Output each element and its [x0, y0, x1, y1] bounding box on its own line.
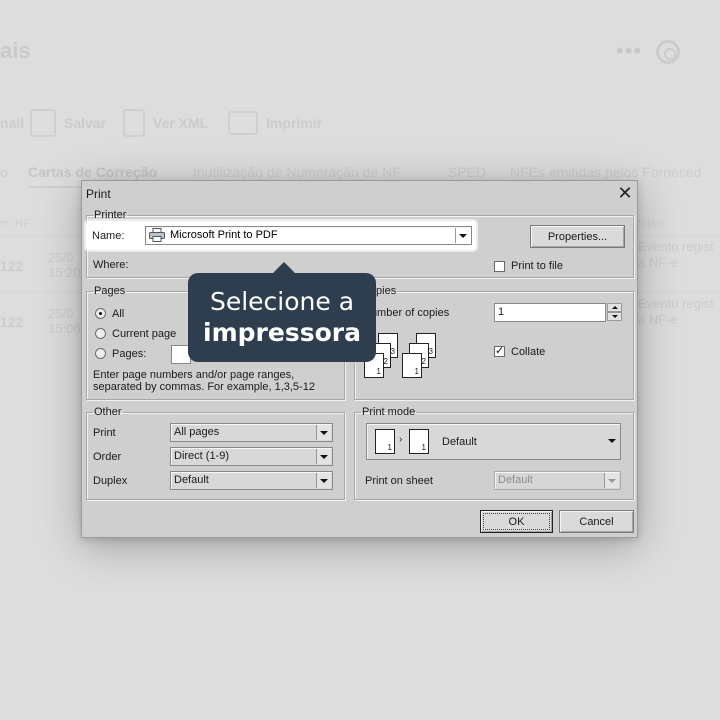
collate-label: Collate	[511, 346, 546, 358]
copies-input[interactable]: 1	[494, 303, 606, 322]
page-icon: 1	[409, 429, 429, 454]
chevron-down-icon	[608, 439, 616, 443]
chevron-down-icon	[316, 449, 331, 464]
other-group-label: Other	[94, 406, 122, 418]
close-icon[interactable]: ✕	[616, 183, 634, 203]
print-mode-value: Default	[442, 436, 477, 448]
print-range-select[interactable]: All pages	[170, 423, 333, 442]
instruction-tooltip: Selecione a impressora	[188, 262, 376, 362]
printer-name-highlight: Name: Microsoft Print to PDF	[86, 221, 476, 250]
print-on-sheet-select[interactable]: Default	[494, 471, 621, 490]
print-range-label: Print	[93, 427, 116, 439]
pages-all-radio[interactable]	[95, 308, 106, 319]
print-to-file-checkbox[interactable]	[494, 261, 505, 272]
copies-down-button[interactable]	[607, 312, 622, 321]
print-range-value: All pages	[174, 426, 220, 438]
printer-name-select[interactable]: Microsoft Print to PDF	[145, 226, 472, 245]
duplex-label: Duplex	[93, 475, 128, 487]
order-select[interactable]: Direct (1-9)	[170, 447, 333, 466]
where-label: Where:	[93, 259, 129, 271]
pages-all-label: All	[112, 308, 125, 320]
print-mode-select[interactable]: 1 › 1 Default	[366, 423, 621, 460]
tooltip-line-2: impressora	[203, 318, 361, 347]
tooltip-line-1: Selecione a	[209, 287, 355, 316]
copies-up-button[interactable]	[607, 303, 622, 312]
duplex-value: Default	[174, 474, 209, 486]
printer-icon	[149, 228, 165, 242]
printer-name-label: Name:	[92, 230, 125, 242]
ok-button[interactable]: OK	[480, 510, 553, 533]
pages-group-label: Pages	[94, 285, 126, 297]
properties-button[interactable]: Properties...	[530, 225, 625, 248]
dialog-title: Print	[86, 187, 111, 201]
pages-current-label: Current page	[112, 328, 177, 340]
chevron-down-icon	[455, 228, 470, 243]
page-icon: 1	[375, 429, 395, 454]
pages-current-radio[interactable]	[95, 328, 106, 339]
print-mode-group-label: Print mode	[362, 406, 416, 418]
chevron-down-icon	[316, 473, 331, 488]
pages-hint-2: separated by commas. For example, 1,3,5-…	[93, 381, 315, 393]
pages-range-label: Pages:	[112, 348, 147, 360]
order-value: Direct (1-9)	[174, 450, 230, 462]
print-to-file-label: Print to file	[511, 260, 563, 272]
printer-name-value: Microsoft Print to PDF	[170, 229, 278, 241]
chevron-down-icon	[316, 425, 331, 440]
arrow-right-icon: ›	[399, 434, 403, 445]
collate-checkbox[interactable]	[494, 344, 505, 357]
print-on-sheet-label: Print on sheet	[365, 475, 433, 487]
cancel-button[interactable]: Cancel	[559, 510, 634, 533]
printer-group-label: Printer	[94, 209, 127, 221]
page-icon: 1	[402, 353, 422, 378]
duplex-select[interactable]: Default	[170, 471, 333, 490]
pages-range-radio[interactable]	[95, 348, 106, 359]
collate-illustration: 3 2 1 3 2 1	[364, 331, 444, 387]
pages-hint-1: Enter page numbers and/or page ranges,	[93, 369, 295, 381]
print-on-sheet-value: Default	[498, 474, 533, 486]
chevron-down-icon	[604, 473, 619, 488]
order-label: Order	[93, 451, 122, 463]
